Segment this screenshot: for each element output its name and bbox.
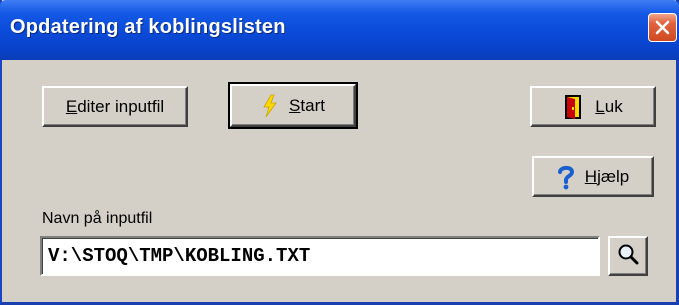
window-title: Opdatering af koblingslisten [10,16,286,38]
door-exit-icon [563,94,585,120]
help-button[interactable]: Hjælp [532,156,654,197]
browse-button[interactable] [608,236,648,276]
magnifier-icon [616,242,640,271]
start-button-label: Start [289,95,325,115]
title-bar[interactable]: Opdatering af koblingslisten [0,0,679,60]
close-dialog-button[interactable]: Luk [530,86,656,127]
window-close-button[interactable] [648,13,677,42]
close-icon [654,19,671,36]
edit-button-label: Editer inputfil [65,96,165,116]
help-button-label: Hjælp [584,166,630,186]
inputfile-label: Navn på inputfil [42,210,153,227]
start-button[interactable]: Start [228,82,358,129]
lightning-icon [261,94,279,118]
edit-inputfile-button[interactable]: Editer inputfil [42,86,188,127]
close-button-label: Luk [595,96,623,116]
question-mark-icon [557,164,575,190]
inputfile-field[interactable] [40,236,600,276]
dialog-window: Opdatering af koblingslisten Editer inpu… [0,0,679,305]
